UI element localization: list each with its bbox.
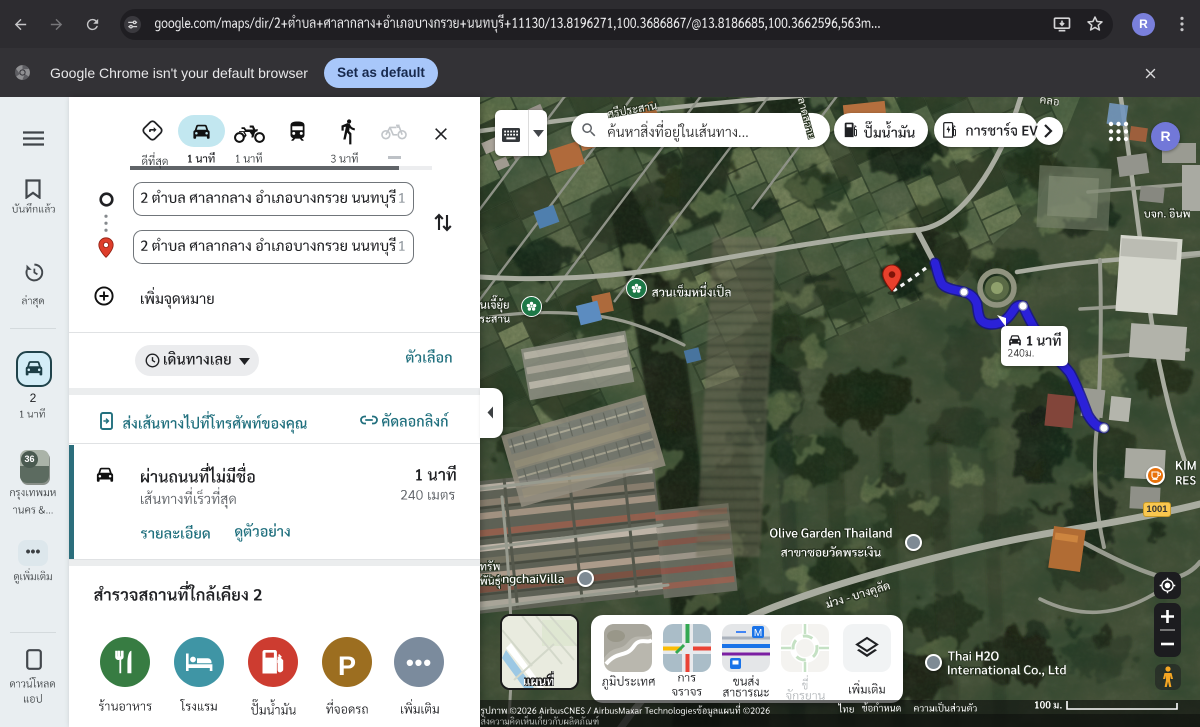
svg-text:M: M (754, 628, 762, 639)
